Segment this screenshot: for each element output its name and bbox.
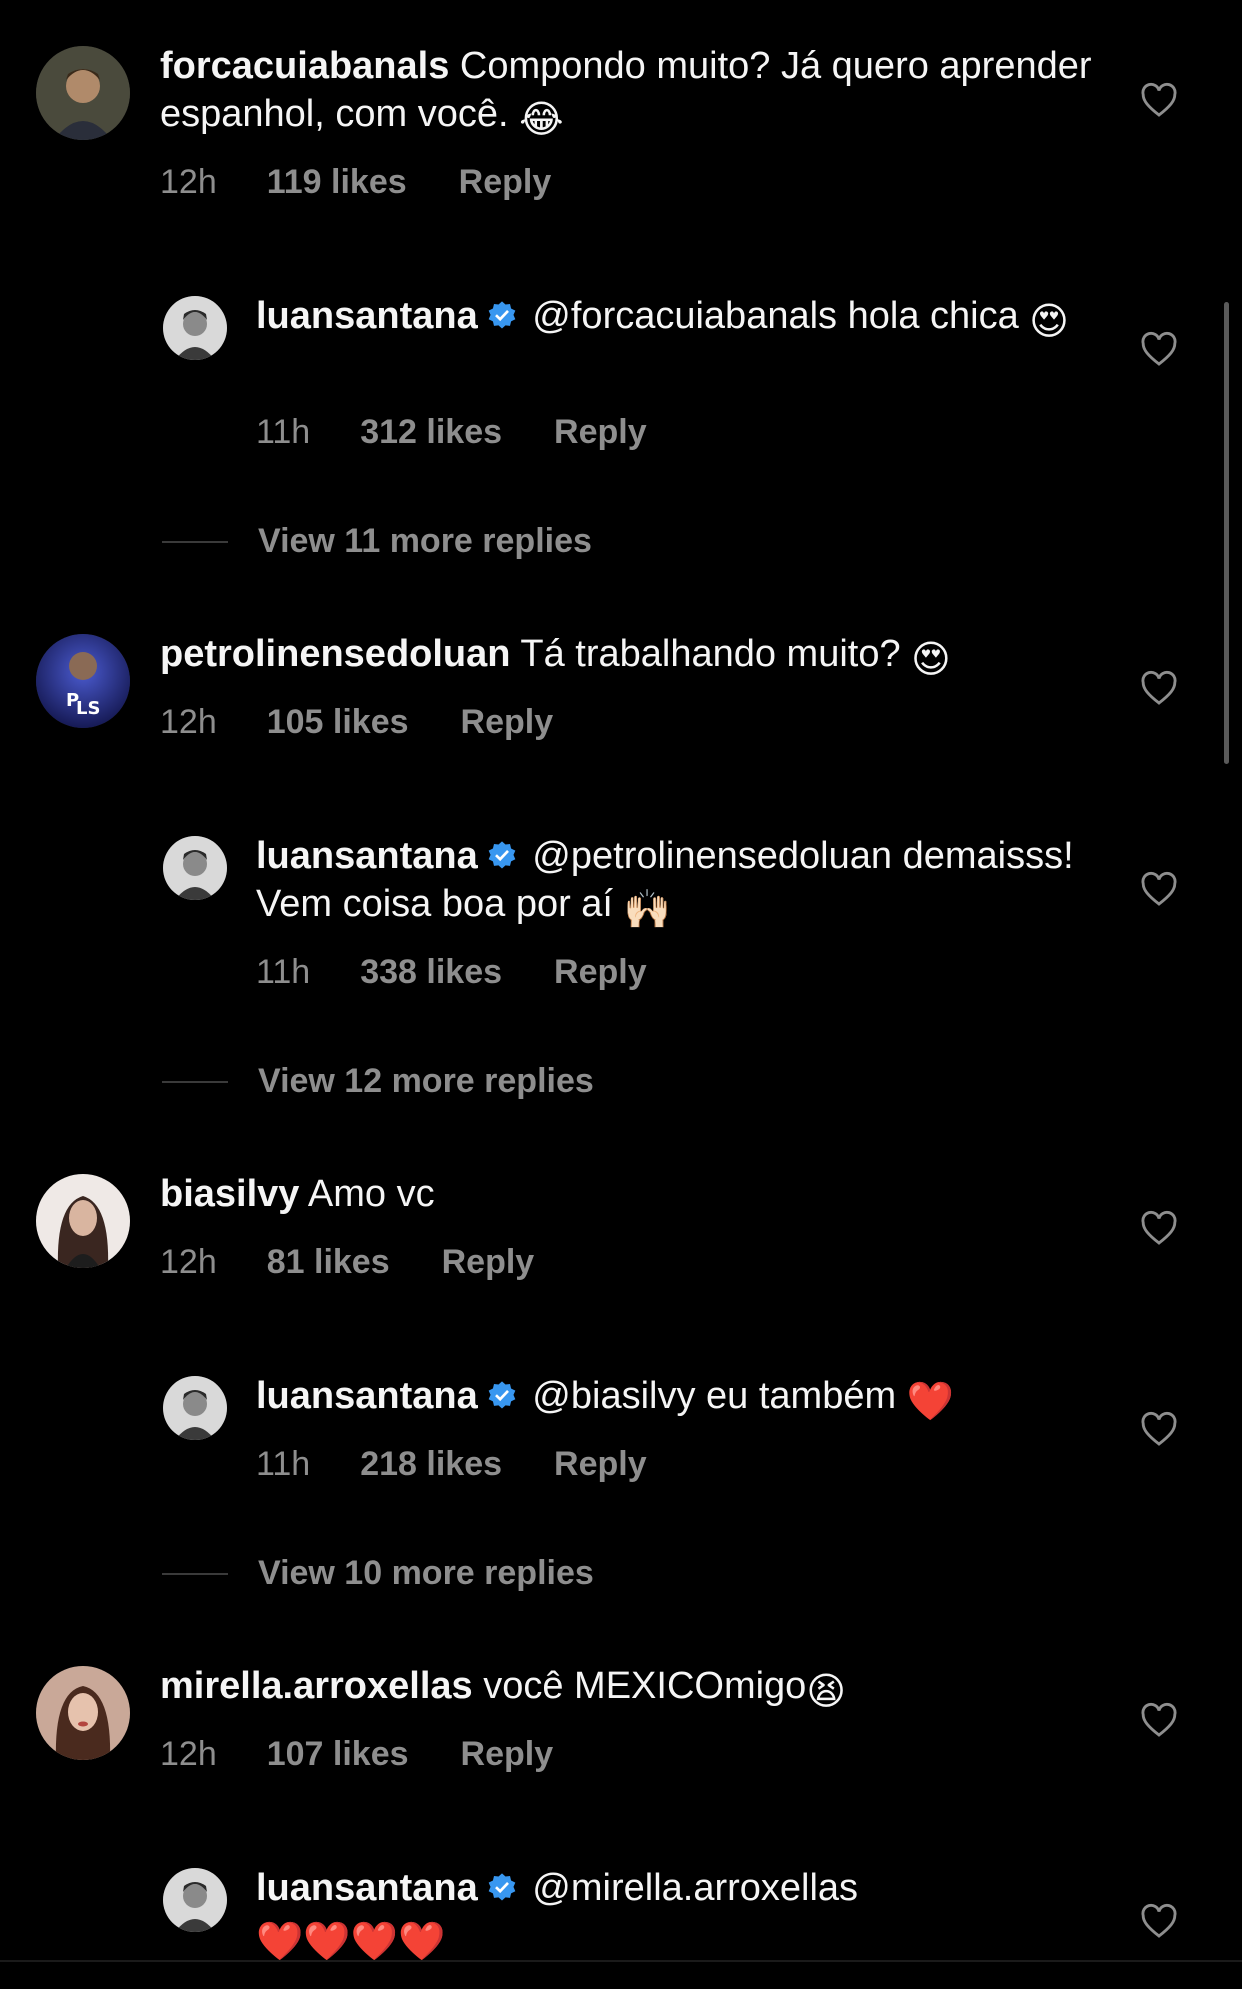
avatar-luansantana[interactable] bbox=[163, 1376, 227, 1440]
comment-body: biasilvy Amo vc bbox=[160, 1170, 1120, 1218]
comment-body: petrolinensedoluan Tá trabalhando muito?… bbox=[160, 630, 1120, 684]
reply-button[interactable]: Reply bbox=[461, 703, 554, 742]
comment-meta: 12h 81 likes Reply bbox=[160, 1243, 534, 1282]
heart-icon[interactable] bbox=[1140, 331, 1178, 367]
reply-body: luansantana @petrolinensedoluan demaisss… bbox=[256, 832, 1126, 934]
reply-body: luansantana @forcacuiabanals hola chica … bbox=[256, 292, 1126, 346]
comment-username[interactable]: petrolinensedoluan bbox=[160, 633, 510, 675]
mention-link[interactable]: @petrolinensedoluan bbox=[532, 835, 892, 877]
reply-text: hola chica bbox=[847, 295, 1019, 337]
avatar-mirella-arroxellas[interactable] bbox=[36, 1666, 130, 1760]
comment-username[interactable]: mirella.arroxellas bbox=[160, 1665, 473, 1707]
reply-text: eu também bbox=[706, 1375, 897, 1417]
verified-badge-icon bbox=[488, 301, 516, 329]
svg-text:LS: LS bbox=[76, 698, 100, 719]
emoji: 😫 bbox=[806, 1671, 846, 1713]
verified-badge-icon bbox=[488, 1873, 516, 1901]
avatar-biasilvy[interactable] bbox=[36, 1174, 130, 1268]
verified-badge-icon bbox=[488, 1381, 516, 1409]
emoji: ❤️ bbox=[906, 1381, 955, 1423]
comment-likes[interactable]: 119 likes bbox=[267, 163, 407, 202]
heart-icon[interactable] bbox=[1140, 1210, 1178, 1246]
heart-icon[interactable] bbox=[1140, 670, 1178, 706]
reply-button[interactable]: Reply bbox=[554, 953, 647, 992]
verified-badge-icon bbox=[488, 841, 516, 869]
scrollbar[interactable] bbox=[1224, 302, 1229, 764]
comment-username[interactable]: biasilvy bbox=[160, 1173, 299, 1215]
heart-icon[interactable] bbox=[1140, 871, 1178, 907]
emoji: 🙌🏻 bbox=[623, 889, 671, 931]
comment-username[interactable]: forcacuiabanals bbox=[160, 45, 449, 87]
comment-text: Tá trabalhando muito? bbox=[520, 633, 901, 675]
avatar-forcacuiabanals[interactable] bbox=[36, 46, 130, 140]
emoji: 😍 bbox=[911, 639, 951, 681]
reply-button[interactable]: Reply bbox=[554, 413, 647, 452]
comment-text: Amo vc bbox=[307, 1173, 435, 1215]
view-more-replies[interactable]: View 12 more replies bbox=[162, 1062, 594, 1101]
comment-body: mirella.arroxellas você MEXICOmigo😫 bbox=[160, 1662, 1120, 1716]
reply-button[interactable]: Reply bbox=[442, 1243, 535, 1282]
reply-button[interactable]: Reply bbox=[459, 163, 552, 202]
comment-likes[interactable]: 107 likes bbox=[267, 1735, 409, 1774]
comment-body: forcacuiabanals Compondo muito? Já quero… bbox=[160, 42, 1120, 144]
heart-icon[interactable] bbox=[1140, 1702, 1178, 1738]
reply-username[interactable]: luansantana bbox=[256, 835, 478, 877]
comment-meta: 12h 107 likes Reply bbox=[160, 1735, 553, 1774]
reply-meta: 11h 338 likes Reply bbox=[256, 953, 647, 992]
heart-icon[interactable] bbox=[1140, 82, 1178, 118]
reply-time: 11h bbox=[256, 1445, 311, 1483]
reply-body: luansantana @mirella.arroxellas ❤️❤️❤️❤️ bbox=[256, 1864, 1126, 1966]
reply-username[interactable]: luansantana bbox=[256, 1375, 478, 1417]
view-more-label[interactable]: View 12 more replies bbox=[258, 1062, 594, 1101]
comment-time: 12h bbox=[160, 1735, 217, 1773]
divider-line bbox=[162, 1572, 228, 1575]
view-more-label[interactable]: View 11 more replies bbox=[258, 522, 592, 561]
comment-meta: 12h 105 likes Reply bbox=[160, 703, 553, 742]
comment-time: 12h bbox=[160, 163, 217, 201]
view-more-replies[interactable]: View 10 more replies bbox=[162, 1554, 594, 1593]
view-more-label[interactable]: View 10 more replies bbox=[258, 1554, 594, 1593]
view-more-replies[interactable]: View 11 more replies bbox=[162, 522, 592, 561]
emoji: 😂 bbox=[519, 99, 564, 141]
reply-time: 11h bbox=[256, 413, 311, 451]
reply-button[interactable]: Reply bbox=[461, 1735, 554, 1774]
reply-meta: 11h 218 likes Reply bbox=[256, 1445, 647, 1484]
reply-time: 11h bbox=[256, 953, 311, 991]
reply-likes[interactable]: 218 likes bbox=[360, 1445, 502, 1484]
avatar-luansantana[interactable] bbox=[163, 1868, 227, 1932]
divider bbox=[0, 1960, 1242, 1962]
comment-text: você MEXICOmigo bbox=[483, 1665, 807, 1707]
mention-link[interactable]: @forcacuiabanals bbox=[532, 295, 837, 337]
avatar-luansantana[interactable] bbox=[163, 296, 227, 360]
reply-likes[interactable]: 312 likes bbox=[360, 413, 502, 452]
avatar-luansantana[interactable] bbox=[163, 836, 227, 900]
divider-line bbox=[162, 1080, 228, 1083]
comment-likes[interactable]: 105 likes bbox=[267, 703, 409, 742]
emoji: 😍 bbox=[1029, 301, 1069, 343]
emoji: ❤️❤️❤️❤️ bbox=[256, 1921, 446, 1963]
reply-username[interactable]: luansantana bbox=[256, 295, 478, 337]
reply-username[interactable]: luansantana bbox=[256, 1867, 478, 1909]
reply-meta: 11h 312 likes Reply bbox=[256, 413, 647, 452]
reply-button[interactable]: Reply bbox=[554, 1445, 647, 1484]
mention-link[interactable]: @mirella.arroxellas bbox=[532, 1867, 858, 1909]
mention-link[interactable]: @biasilvy bbox=[532, 1375, 695, 1417]
comment-time: 12h bbox=[160, 1243, 217, 1281]
comment-time: 12h bbox=[160, 703, 217, 741]
heart-icon[interactable] bbox=[1140, 1903, 1178, 1939]
reply-likes[interactable]: 338 likes bbox=[360, 953, 502, 992]
comment-likes[interactable]: 81 likes bbox=[267, 1243, 390, 1282]
divider-line bbox=[162, 540, 228, 543]
avatar-petrolinensedoluan[interactable]: P LS bbox=[36, 634, 130, 728]
reply-body: luansantana @biasilvy eu também ❤️ bbox=[256, 1372, 1126, 1426]
heart-icon[interactable] bbox=[1140, 1411, 1178, 1447]
comment-meta: 12h 119 likes Reply bbox=[160, 163, 551, 202]
